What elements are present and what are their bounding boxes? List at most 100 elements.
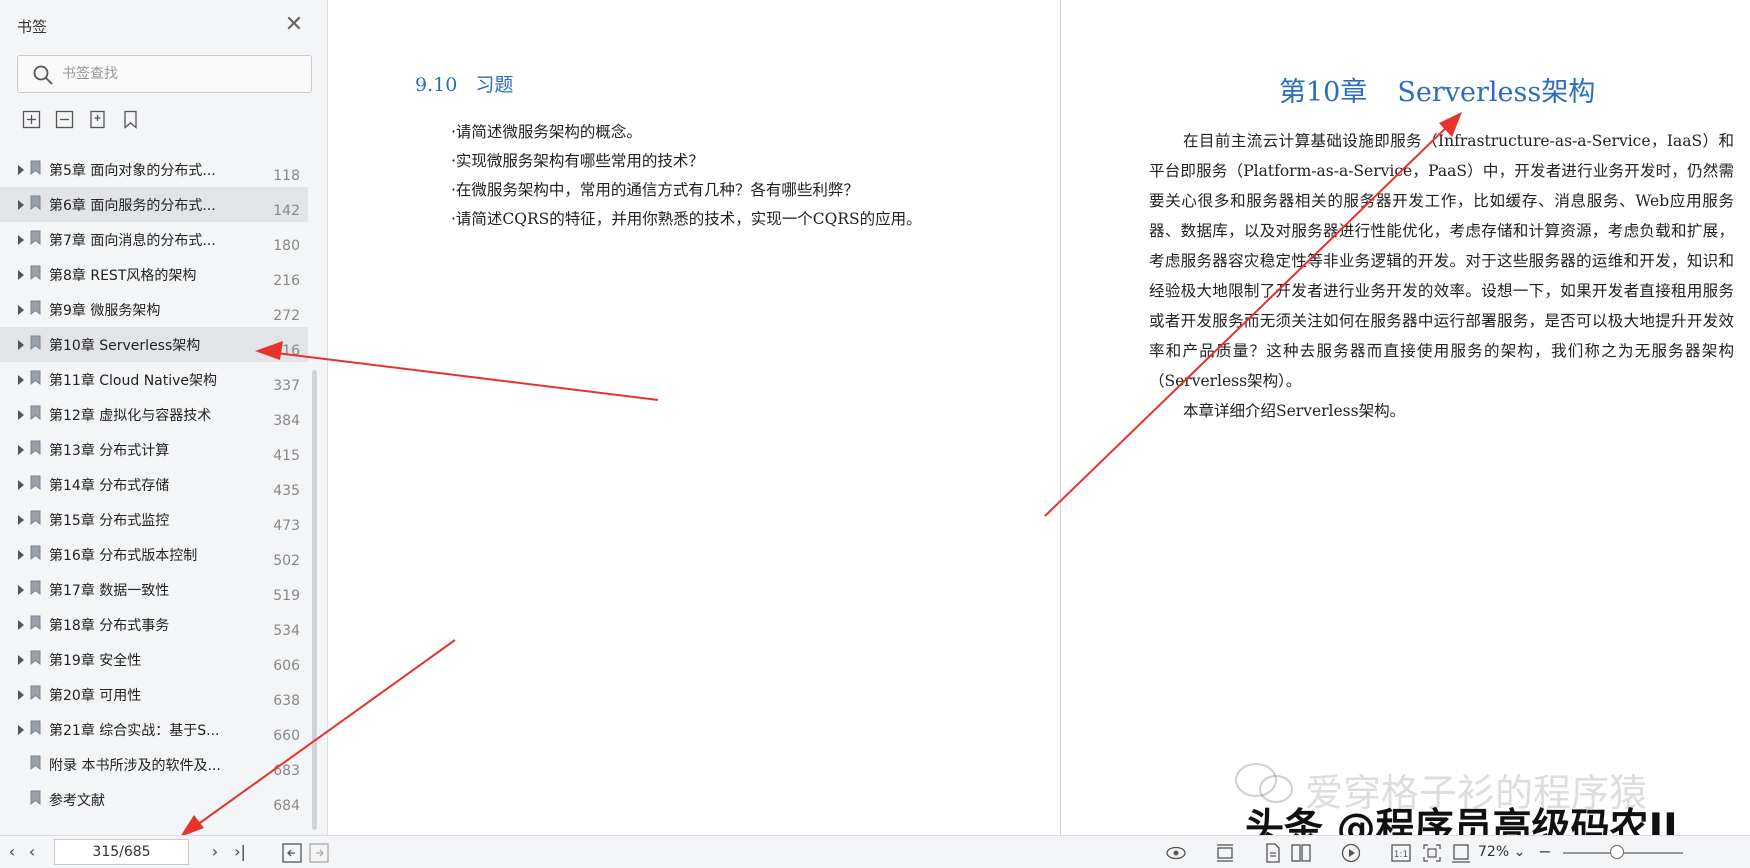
expand-arrow-icon[interactable] bbox=[18, 410, 24, 420]
bookmark-list: 第5章 面向对象的分布式... 118 第6章 面向服务的分布式... 142 第7章 … bbox=[0, 152, 318, 817]
bookmark-page-number: 415 bbox=[273, 448, 300, 464]
expand-arrow-icon[interactable] bbox=[18, 585, 24, 595]
sidebar-scrollbar[interactable] bbox=[312, 370, 317, 830]
expand-arrow-icon[interactable] bbox=[18, 655, 24, 665]
chapter-body: 在目前主流云计算基础设施即服务（Infrastructure-as-a-Serv… bbox=[1149, 126, 1734, 426]
pdf-reader-window: 书签 ✕ 书签查找 第5章 面向对象的分布式... 118 第6章 面向服务的分… bbox=[0, 0, 1750, 868]
bookmark-label: 第16章 分布式版本控制 bbox=[49, 548, 198, 564]
expand-arrow-icon[interactable] bbox=[18, 725, 24, 735]
bookmark-page-number: 606 bbox=[273, 658, 300, 674]
bookmark-icon bbox=[30, 230, 41, 245]
last-page-icon[interactable]: ›| bbox=[230, 842, 250, 862]
bookmark-label: 第18章 分布式事务 bbox=[49, 618, 170, 634]
bookmark-page-number: 534 bbox=[273, 623, 300, 639]
exercise-item: ·请简述CQRS的特征，并用你熟悉的技术，实现一个CQRS的应用。 bbox=[451, 210, 922, 228]
bookmark-icon[interactable] bbox=[121, 110, 140, 129]
zoom-slider-thumb[interactable] bbox=[1610, 845, 1624, 859]
zoom-level[interactable]: 72% ⌄ bbox=[1478, 844, 1525, 860]
expand-arrow-icon[interactable] bbox=[18, 445, 24, 455]
expand-arrow-icon[interactable] bbox=[18, 340, 24, 350]
bookmark-item[interactable]: 第7章 面向消息的分布式... 180 bbox=[0, 222, 308, 257]
bookmark-page-number: 272 bbox=[273, 308, 300, 324]
bookmark-item[interactable]: 第11章 Cloud Native架构 337 bbox=[0, 362, 308, 397]
bookmark-search-input[interactable] bbox=[62, 56, 302, 92]
fit-width-icon[interactable] bbox=[1450, 842, 1472, 864]
bookmark-item[interactable]: 附录 本书所涉及的软件及... 683 bbox=[0, 747, 308, 782]
expand-arrow-icon[interactable] bbox=[18, 305, 24, 315]
expand-arrow-icon[interactable] bbox=[18, 480, 24, 490]
chapter-name: Serverless架构 bbox=[1397, 77, 1596, 108]
page-number-input[interactable] bbox=[54, 839, 189, 865]
expand-arrow-icon[interactable] bbox=[18, 515, 24, 525]
bookmark-icon bbox=[30, 160, 41, 175]
bookmark-item[interactable]: 第19章 安全性 606 bbox=[0, 642, 308, 677]
bookmark-item[interactable]: 第17章 数据一致性 519 bbox=[0, 572, 308, 607]
actual-size-icon[interactable]: 1:1 bbox=[1390, 842, 1412, 864]
bookmark-icon bbox=[30, 545, 41, 560]
bookmark-icon bbox=[30, 405, 41, 420]
document-view[interactable]: 9.10 习题 ·请简述微服务架构的概念。 ·实现微服务架构有哪些常用的技术？ ·… bbox=[329, 0, 1750, 835]
bookmark-item[interactable]: 第9章 微服务架构 272 bbox=[0, 292, 308, 327]
bookmark-icon bbox=[30, 475, 41, 490]
bookmark-item[interactable]: 第5章 面向对象的分布式... 118 bbox=[0, 152, 308, 187]
bookmark-page-number: 337 bbox=[273, 378, 300, 394]
bookmark-icon bbox=[30, 300, 41, 315]
bookmark-item[interactable]: 第15章 分布式监控 473 bbox=[0, 502, 308, 537]
section-number: 9.10 bbox=[415, 74, 458, 96]
add-bookmark-icon[interactable] bbox=[88, 110, 107, 129]
bookmark-item[interactable]: 第13章 分布式计算 415 bbox=[0, 432, 308, 467]
bookmark-item[interactable]: 第6章 面向服务的分布式... 142 bbox=[0, 187, 308, 222]
bookmark-icon bbox=[30, 790, 41, 805]
bookmark-label: 第21章 综合实战：基于S... bbox=[49, 723, 220, 739]
expand-arrow-icon[interactable] bbox=[18, 550, 24, 560]
bookmark-page-number: 502 bbox=[273, 553, 300, 569]
expand-all-icon[interactable] bbox=[22, 110, 41, 129]
bookmark-page-number: 638 bbox=[273, 693, 300, 709]
expand-arrow-icon[interactable] bbox=[18, 690, 24, 700]
expand-arrow-icon[interactable] bbox=[18, 235, 24, 245]
bookmark-label: 第13章 分布式计算 bbox=[49, 443, 170, 459]
bookmark-label: 第17章 数据一致性 bbox=[49, 583, 170, 599]
bookmark-page-number: 316 bbox=[273, 343, 300, 359]
bookmark-label: 第9章 微服务架构 bbox=[49, 303, 161, 319]
back-icon[interactable] bbox=[281, 842, 303, 864]
bookmark-item[interactable]: 第18章 分布式事务 534 bbox=[0, 607, 308, 642]
bookmark-page-number: 142 bbox=[273, 203, 300, 219]
bookmark-item[interactable]: 第12章 虚拟化与容器技术 384 bbox=[0, 397, 308, 432]
bookmark-item[interactable]: 第10章 Serverless架构 316 bbox=[0, 327, 308, 362]
bookmark-item[interactable]: 参考文献 684 bbox=[0, 782, 308, 817]
expand-arrow-icon[interactable] bbox=[18, 200, 24, 210]
bookmark-page-number: 660 bbox=[273, 728, 300, 744]
close-icon[interactable]: ✕ bbox=[283, 14, 305, 36]
search-icon bbox=[33, 65, 53, 85]
bookmark-page-number: 216 bbox=[273, 273, 300, 289]
expand-arrow-icon[interactable] bbox=[18, 375, 24, 385]
bookmark-page-number: 435 bbox=[273, 483, 300, 499]
two-page-icon[interactable] bbox=[1290, 842, 1312, 864]
bottom-toolbar: ‹ ‹ › ›| bbox=[0, 835, 1750, 868]
first-page-icon[interactable]: ‹ bbox=[2, 842, 22, 862]
expand-arrow-icon[interactable] bbox=[18, 620, 24, 630]
fit-page-icon[interactable] bbox=[1421, 842, 1443, 864]
bookmark-item[interactable]: 第16章 分布式版本控制 502 bbox=[0, 537, 308, 572]
bookmark-label: 第19章 安全性 bbox=[49, 653, 142, 669]
expand-arrow-icon[interactable] bbox=[18, 270, 24, 280]
document-icon[interactable] bbox=[1262, 842, 1284, 864]
bookmark-icon bbox=[30, 510, 41, 525]
eye-icon[interactable] bbox=[1165, 842, 1187, 864]
bookmark-search-box[interactable] bbox=[17, 55, 312, 93]
chevron-right-icon[interactable]: › bbox=[205, 842, 225, 862]
bookmark-item[interactable]: 第8章 REST风格的架构 216 bbox=[0, 257, 308, 292]
bookmark-item[interactable]: 第14章 分布式存储 435 bbox=[0, 467, 308, 502]
bookmark-item[interactable]: 第20章 可用性 638 bbox=[0, 677, 308, 712]
zoom-out-icon[interactable]: − bbox=[1535, 842, 1555, 862]
forward-icon[interactable] bbox=[308, 842, 330, 864]
single-page-icon[interactable] bbox=[1214, 842, 1236, 864]
play-icon[interactable] bbox=[1340, 842, 1362, 864]
collapse-all-icon[interactable] bbox=[55, 110, 74, 129]
bookmark-item[interactable]: 第21章 综合实战：基于S... 660 bbox=[0, 712, 308, 747]
expand-arrow-icon[interactable] bbox=[18, 165, 24, 175]
bookmark-label: 第10章 Serverless架构 bbox=[49, 338, 201, 354]
bookmark-page-number: 473 bbox=[273, 518, 300, 534]
chevron-left-icon[interactable]: ‹ bbox=[22, 842, 42, 862]
